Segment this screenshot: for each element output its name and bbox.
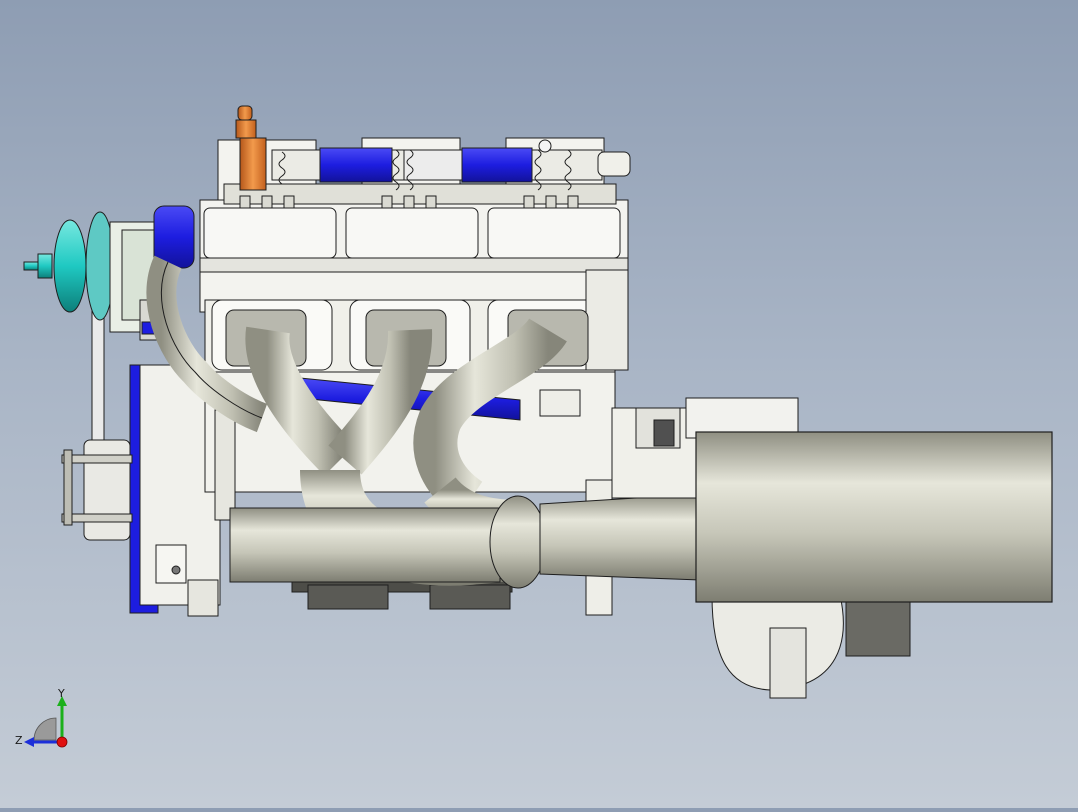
engine-assembly-model[interactable]	[0, 0, 1078, 808]
cad-3d-viewport[interactable]	[0, 0, 1078, 808]
coordinate-triad[interactable]: Y Z	[12, 686, 82, 756]
fuel-rail-hose[interactable]	[319, 147, 533, 183]
z-axis-head	[24, 737, 34, 747]
z-axis-label: Z	[15, 734, 23, 747]
belt-drive[interactable]	[61, 299, 133, 541]
triad-plane-indicator	[33, 717, 57, 741]
x-axis-origin	[56, 736, 68, 748]
orange-sensor[interactable]	[235, 105, 267, 191]
bolt-heads	[239, 195, 579, 209]
y-axis-label: Y	[57, 687, 65, 700]
sensor-cap[interactable]	[538, 139, 552, 153]
exhaust-pipe[interactable]	[229, 493, 701, 589]
muffler[interactable]	[695, 431, 1053, 603]
